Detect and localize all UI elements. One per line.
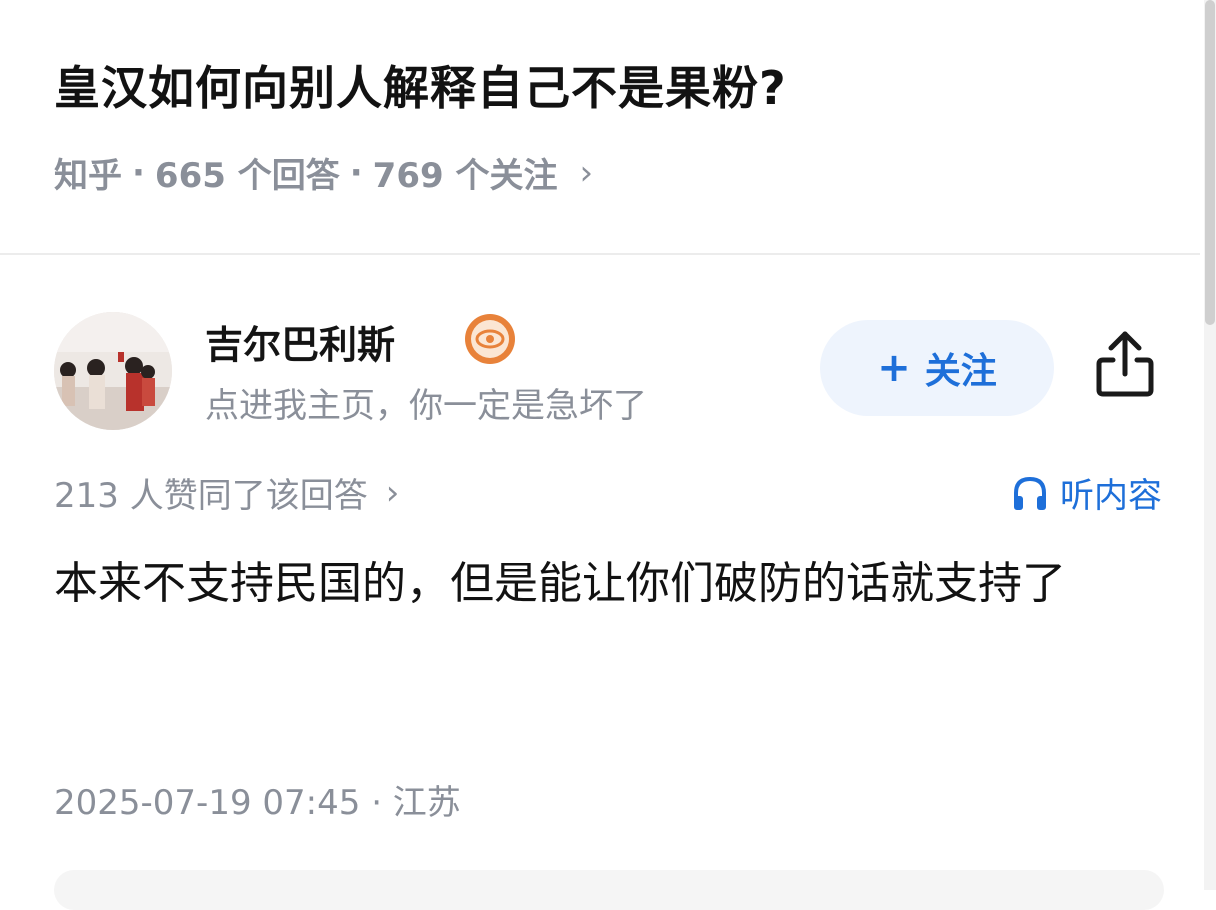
answer-count: 665 个回答 [154,156,340,196]
avatar[interactable] [54,312,172,430]
chevron-right-icon: › [385,472,400,513]
avatar-image [54,312,172,430]
follow-label: 关注 [924,351,997,392]
question-meta[interactable]: 知乎 · 665 个回答 · 769 个关注 › [54,148,593,197]
follow-button[interactable]: + 关注 [820,320,1054,416]
eye-badge-icon [465,314,515,364]
comment-bar[interactable] [54,870,1164,910]
scrollbar-thumb[interactable] [1205,0,1215,325]
share-icon[interactable] [1093,328,1157,400]
meta-separator: · [132,152,145,193]
likes-count[interactable]: 213 人赞同了该回答 › [54,468,399,517]
scrollbar[interactable] [1204,0,1216,890]
author-name[interactable]: 吉尔巴利斯 [205,314,395,369]
plus-icon: + [877,345,911,391]
follower-count: 769 个关注 [372,156,558,196]
chevron-right-icon: › [579,152,594,193]
source-label: 知乎 [54,156,122,196]
answer-timestamp: 2025-07-19 07:45 · 江苏 [54,783,461,823]
author-bio: 点进我主页，你一定是急坏了 [205,386,647,426]
answer-content: 本来不支持民国的，但是能让你们破防的话就支持了 [54,558,1066,609]
divider [0,253,1200,255]
likes-text: 213 人赞同了该回答 [54,476,368,516]
question-title: 皇汉如何向别人解释自己不是果粉? [54,61,787,115]
listen-label: 听内容 [1060,476,1162,516]
headphones-icon [1014,476,1046,510]
listen-button[interactable]: 听内容 [1010,468,1162,517]
meta-separator: · [349,152,363,193]
